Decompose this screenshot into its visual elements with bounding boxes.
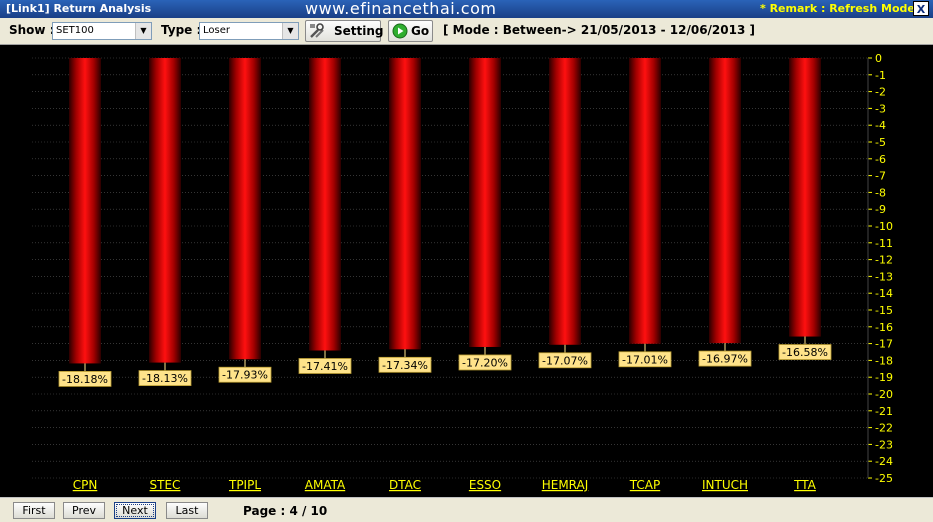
close-button[interactable]: X: [913, 1, 929, 16]
y-tick-label: -4: [875, 119, 886, 132]
bar[interactable]: [229, 58, 261, 360]
data-label: -17.20%: [462, 356, 508, 369]
next-page-button[interactable]: Next: [114, 502, 156, 519]
bar[interactable]: [629, 58, 661, 344]
tools-icon: [310, 23, 324, 38]
return-chart: -18.18% -18.13% -17.93% -17.41% -17.34% -17.2…: [32, 52, 893, 492]
prev-page-button[interactable]: Prev: [63, 502, 105, 519]
show-select[interactable]: SET100 ▼: [52, 22, 152, 40]
category-link[interactable]: TPIPL: [228, 478, 261, 492]
y-tick-label: -12: [875, 254, 893, 267]
show-label: Show :: [9, 23, 55, 37]
y-tick-label: -2: [875, 86, 886, 99]
play-icon: [392, 23, 408, 39]
y-tick-label: -7: [875, 170, 886, 183]
y-tick-label: -23: [875, 438, 893, 451]
y-tick-label: -9: [875, 203, 886, 216]
show-select-value: SET100: [56, 25, 94, 36]
category-link[interactable]: AMATA: [305, 478, 346, 492]
y-tick-label: -25: [875, 472, 893, 485]
y-tick-label: -1: [875, 69, 886, 82]
last-page-button[interactable]: Last: [166, 502, 208, 519]
y-tick-label: -15: [875, 304, 893, 317]
y-tick-label: -14: [875, 287, 893, 300]
y-tick-label: -8: [875, 186, 886, 199]
bar[interactable]: [709, 58, 741, 344]
category-link[interactable]: ESSO: [469, 478, 501, 492]
type-label: Type :: [161, 23, 202, 37]
y-tick-label: -3: [875, 102, 886, 115]
category-link[interactable]: TTA: [793, 478, 817, 492]
data-label: -17.41%: [302, 360, 348, 373]
data-label: -17.07%: [542, 354, 588, 367]
data-label: -16.97%: [702, 353, 748, 366]
setting-label: Setting: [334, 24, 384, 38]
category-link[interactable]: CPN: [73, 478, 98, 492]
mode-text: [ Mode : Between-> 21/05/2013 - 12/06/20…: [443, 23, 755, 37]
y-tick-label: -17: [875, 338, 893, 351]
toolbar: Show : SET100 ▼ Type : Loser ▼ Setting G…: [0, 18, 933, 45]
y-tick-label: -22: [875, 422, 893, 435]
pagination-bar: First Prev Next Last Page : 4 / 10: [0, 497, 933, 522]
data-label: -18.13%: [142, 372, 188, 385]
bar[interactable]: [149, 58, 181, 363]
bar[interactable]: [549, 58, 581, 345]
watermark-text: www.efinancethai.com: [305, 0, 497, 18]
y-tick-label: -20: [875, 388, 893, 401]
category-link[interactable]: TCAP: [629, 478, 660, 492]
y-tick-label: -19: [875, 371, 893, 384]
y-tick-label: -24: [875, 455, 893, 468]
remark-text: * Remark : Refresh Mode: [760, 2, 915, 15]
go-button[interactable]: Go: [388, 20, 433, 42]
y-tick-label: -10: [875, 220, 893, 233]
page-indicator: Page : 4 / 10: [243, 504, 328, 518]
bar[interactable]: [469, 58, 501, 347]
y-tick-label: -6: [875, 153, 886, 166]
y-tick-label: -18: [875, 354, 893, 367]
y-tick-label: 0: [875, 52, 882, 65]
y-tick-label: -16: [875, 321, 893, 334]
bar[interactable]: [389, 58, 421, 350]
y-tick-label: -13: [875, 270, 893, 283]
go-label: Go: [411, 24, 430, 38]
category-link[interactable]: STEC: [150, 478, 181, 492]
data-label: -18.18%: [62, 373, 108, 386]
window-title: [Link1] Return Analysis: [6, 2, 152, 15]
y-tick-label: -21: [875, 405, 893, 418]
category-link[interactable]: DTAC: [389, 478, 421, 492]
category-link[interactable]: INTUCH: [702, 478, 748, 492]
data-label: -17.34%: [382, 359, 428, 372]
y-tick-label: -5: [875, 136, 886, 149]
bar[interactable]: [309, 58, 341, 351]
data-label: -17.01%: [622, 353, 668, 366]
setting-button[interactable]: Setting: [305, 20, 384, 42]
category-link[interactable]: HEMRAJ: [542, 478, 589, 492]
type-select-value: Loser: [203, 25, 230, 36]
chevron-down-icon: ▼: [282, 23, 298, 39]
type-select[interactable]: Loser ▼: [199, 22, 299, 40]
data-label: -17.93%: [222, 369, 268, 382]
title-bar: [Link1] Return Analysis www.efinancethai…: [0, 0, 933, 18]
bar[interactable]: [789, 58, 821, 337]
data-label: -16.58%: [782, 346, 828, 359]
chevron-down-icon: ▼: [135, 23, 151, 39]
bar[interactable]: [69, 58, 101, 364]
close-icon: X: [916, 3, 926, 16]
first-page-button[interactable]: First: [13, 502, 55, 519]
y-tick-label: -11: [875, 237, 893, 250]
